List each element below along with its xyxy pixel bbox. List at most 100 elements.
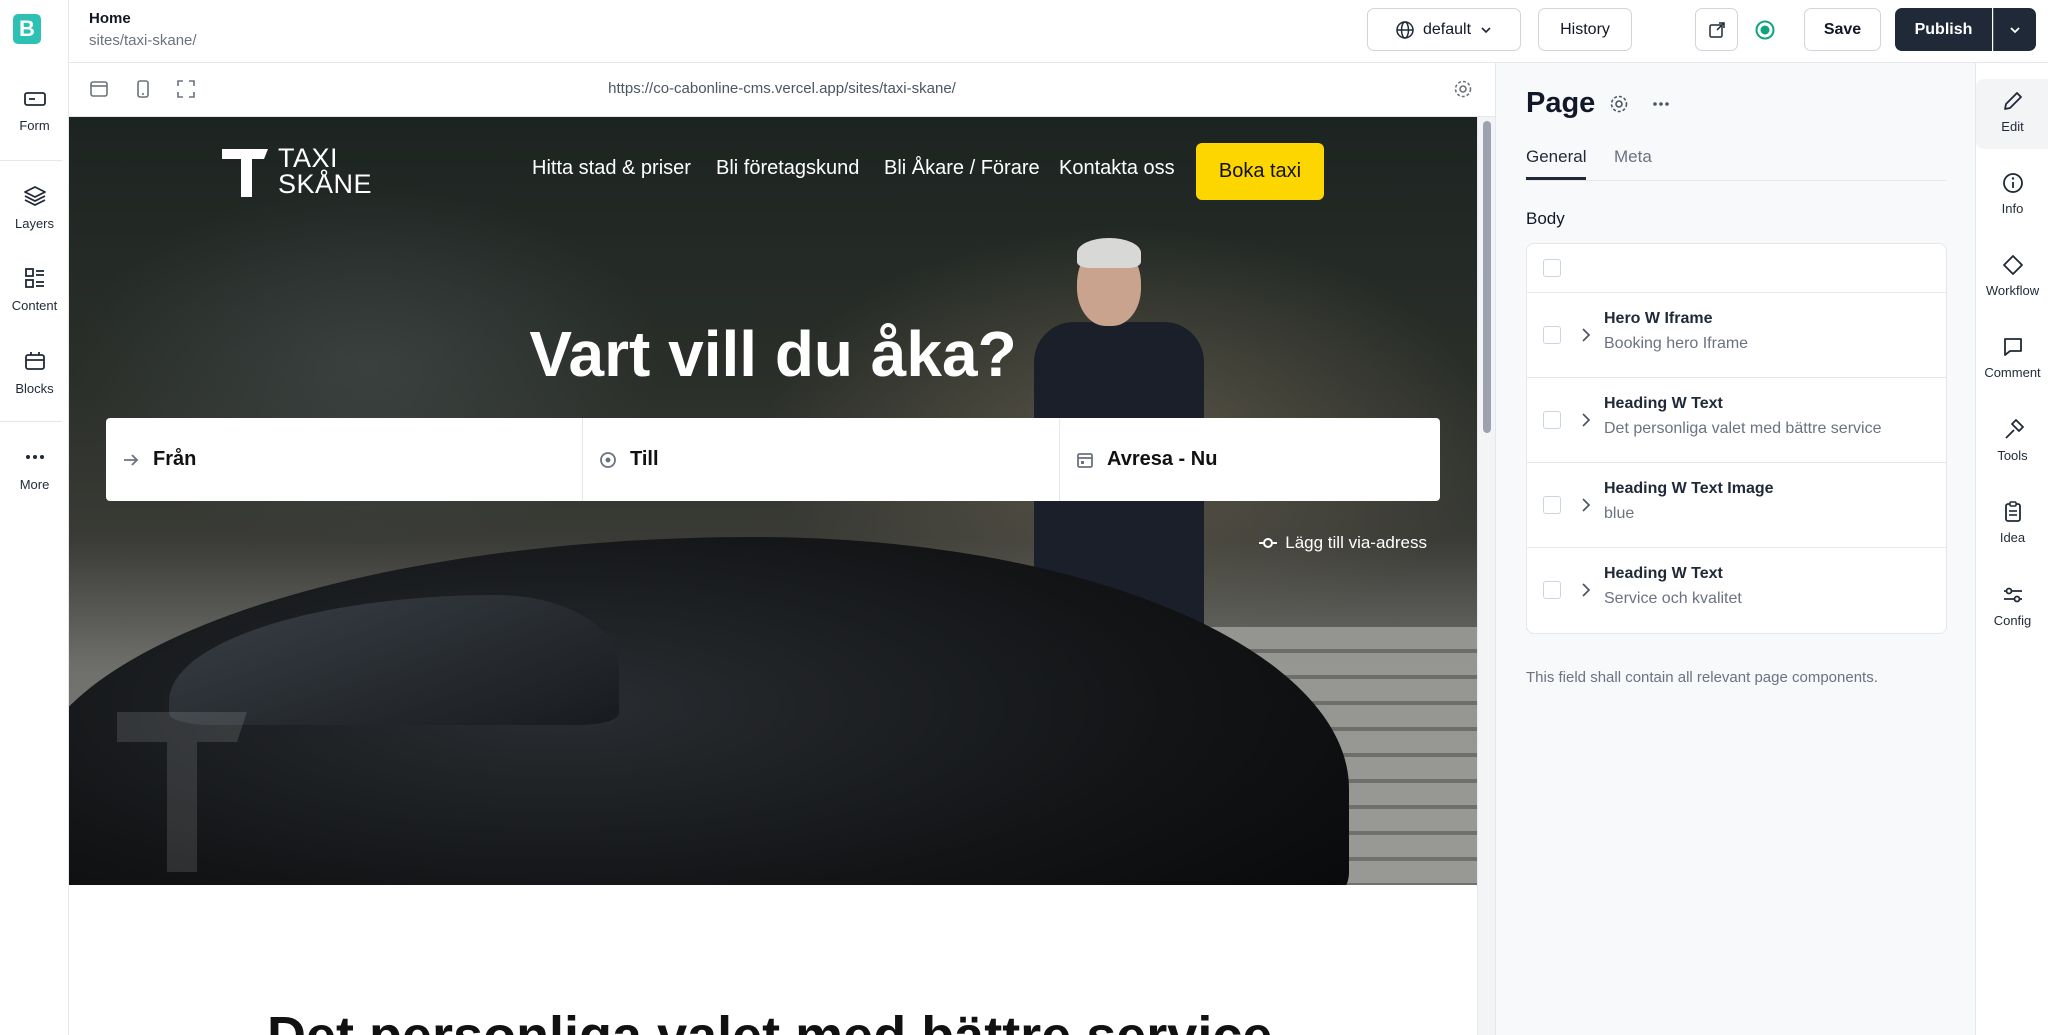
nav-link-city-prices[interactable]: Hitta stad & priser [532,157,691,180]
to-field-label: Till [630,448,659,470]
rail-label-info: Info [2001,201,2024,216]
top-bar: Home sites/taxi-skane/ default History S… [69,0,2048,63]
rail-label-content: Content [11,298,58,313]
content-icon [24,268,44,288]
site-logo-text: TAXI SKÅNE [278,145,373,199]
row-checkbox[interactable] [1543,326,1561,344]
right-rail: Edit Info Workflow Comment Tools Idea Co… [1975,63,2048,1035]
left-rail: B Form Layers Content Blocks More [0,0,69,1035]
row-title: Hero W Iframe [1604,310,1713,327]
status-dot-icon [1755,20,1775,40]
rail-label-idea: Idea [1999,530,2026,545]
info-icon [2002,173,2023,193]
list-item[interactable]: Hero W Iframe Booking hero Iframe [1527,293,1946,378]
publish-button[interactable]: Publish [1895,8,1992,51]
chevron-right-icon[interactable] [1578,581,1594,599]
list-item[interactable]: Heading W Text Det personliga valet med … [1527,378,1946,463]
row-checkbox[interactable] [1543,581,1561,599]
rail-item-comment[interactable]: Comment [1976,331,2048,401]
form-icon [23,92,46,106]
tab-meta[interactable]: Meta [1614,147,1652,167]
row-title: Heading W Text [1604,565,1723,582]
rail-item-idea[interactable]: Idea [1976,496,2048,566]
body-help-text: This field shall contain all relevant pa… [1526,669,1878,686]
panel-settings-button[interactable] [1608,93,1630,120]
row-subtitle: Service och kvalitet [1604,590,1742,607]
target-icon [600,451,616,468]
rail-item-content[interactable]: Content [0,266,69,336]
row-checkbox[interactable] [1543,411,1561,429]
via-link-label: Lägg till via-adress [1285,533,1427,552]
list-item[interactable]: Heading W Text Service och kvalitet [1527,548,1946,633]
publish-options-button[interactable] [1993,8,2036,51]
row-subtitle: blue [1604,505,1635,522]
chevron-right-icon[interactable] [1578,411,1594,429]
hero-section: TAXI SKÅNE Hitta stad & priser Bli föret… [69,117,1477,885]
page-title[interactable]: Home [89,10,131,27]
site-logo[interactable]: TAXI SKÅNE [222,145,382,201]
departure-field[interactable]: Avresa - Nu [1060,418,1440,501]
rail-item-more[interactable]: More [0,445,69,515]
select-all-checkbox[interactable] [1543,259,1561,277]
open-external-button[interactable] [1695,8,1738,51]
rail-label-blocks: Blocks [15,381,54,396]
save-button[interactable]: Save [1804,8,1881,51]
calendar-icon [1077,452,1093,468]
list-item[interactable]: Heading W Text Image blue [1527,463,1946,548]
section-heading: Det personliga valet med bättre service [267,1005,1272,1035]
to-field[interactable]: Till [583,418,1060,501]
history-button[interactable]: History [1538,8,1632,51]
save-label: Save [1823,20,1862,38]
panel-more-button[interactable] [1650,93,1672,120]
more-horizontal-icon [1653,102,1669,106]
locale-select[interactable]: default [1367,8,1521,51]
rail-item-edit[interactable]: Edit [1976,79,2048,149]
rail-divider [0,160,62,161]
nav-link-business[interactable]: Bli företagskund [716,157,859,180]
tab-general[interactable]: General [1526,147,1587,180]
logo-line2: SKÅNE [278,169,373,199]
publish-label: Publish [1914,20,1973,38]
chevron-down-icon [1481,26,1491,33]
add-via-address-link[interactable]: Lägg till via-adress [1259,533,1427,553]
layers-icon [23,186,46,207]
arrow-right-icon [124,453,139,466]
rail-item-layers[interactable]: Layers [0,184,69,254]
rail-item-config[interactable]: Config [1976,579,2048,649]
via-point-icon [1259,538,1278,548]
preview-scrollbar[interactable] [1477,117,1495,1035]
rail-item-form[interactable]: Form [0,88,69,158]
preview-url: https://co-cabonline-cms.vercel.app/site… [608,80,956,97]
chevron-right-icon[interactable] [1578,326,1594,344]
chevron-down-icon [2009,26,2020,33]
gear-icon [1454,80,1472,98]
history-label: History [1560,20,1610,38]
page-path: sites/taxi-skane/ [89,32,197,49]
scrollbar-thumb[interactable] [1483,121,1491,433]
status-indicator[interactable] [1755,20,1775,40]
row-checkbox[interactable] [1543,496,1561,514]
rail-item-blocks[interactable]: Blocks [0,349,69,419]
row-title: Heading W Text Image [1604,480,1774,497]
book-taxi-button[interactable]: Boka taxi [1196,143,1324,200]
taxi-logo-decal-icon [117,712,247,872]
from-field[interactable]: Från [106,418,583,501]
rail-divider [0,421,62,422]
row-subtitle: Booking hero Iframe [1604,335,1749,352]
app-logo[interactable]: B [13,14,41,44]
external-link-icon [1708,21,1725,38]
chevron-right-icon[interactable] [1578,496,1594,514]
panel-tabs: General Meta [1526,141,1946,181]
workflow-icon [2002,255,2023,275]
rail-item-info[interactable]: Info [1976,167,2048,237]
rail-label-more: More [19,477,50,492]
body-field-label: Body [1526,209,1565,228]
rail-item-workflow[interactable]: Workflow [1976,249,2048,319]
nav-link-driver[interactable]: Bli Åkare / Förare [884,157,1040,180]
preview-settings-button[interactable] [1453,79,1473,104]
list-header [1527,244,1946,293]
rail-item-tools[interactable]: Tools [1976,414,2048,484]
nav-link-contact[interactable]: Kontakta oss [1059,157,1175,180]
body-components-list: Hero W Iframe Booking hero Iframe Headin… [1526,243,1947,634]
rail-label-tools: Tools [1997,448,2028,463]
